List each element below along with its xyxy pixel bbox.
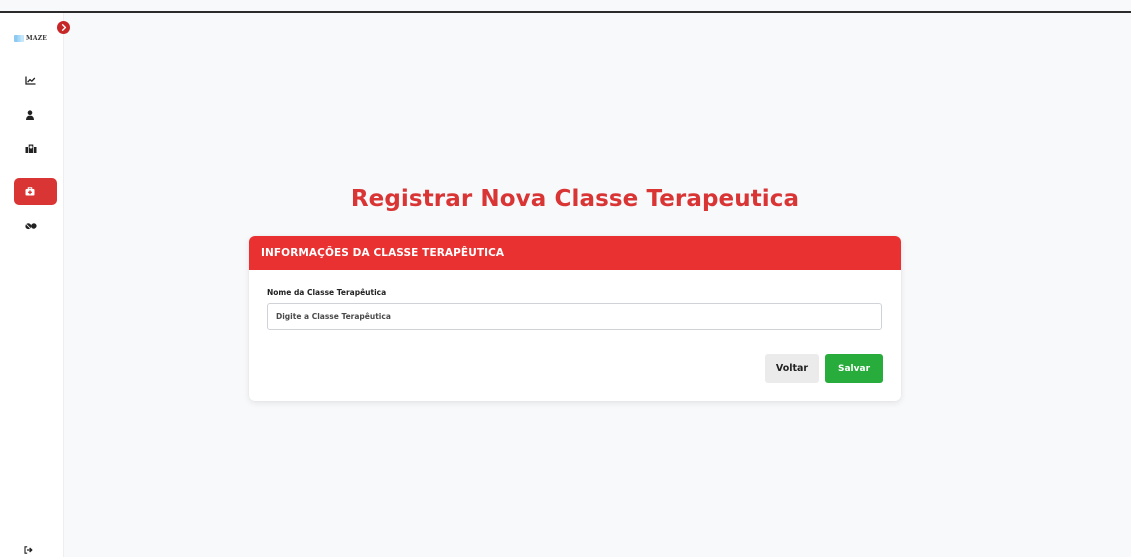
sidebar-item-therapeutic-class[interactable] <box>14 178 57 205</box>
sidebar-item-user[interactable] <box>14 101 57 128</box>
card-header: INFORMAÇÕES DA CLASSE TERAPÊUTICA <box>249 236 901 270</box>
class-name-label: Nome da Classe Terapêutica <box>267 288 387 297</box>
sidebar-item-clinic[interactable] <box>14 135 57 162</box>
users-group-icon <box>25 144 37 153</box>
logout-button[interactable] <box>24 539 33 557</box>
brand-mark-icon <box>14 34 24 42</box>
therapeutic-class-form-card: INFORMAÇÕES DA CLASSE TERAPÊUTICA Nome d… <box>249 236 901 401</box>
brand-text: MAZE <box>26 34 48 42</box>
chart-line-icon <box>25 76 36 85</box>
class-name-input[interactable] <box>267 303 882 330</box>
window-top-border <box>0 11 1131 13</box>
back-button[interactable]: Voltar <box>765 354 819 383</box>
page-title: Registrar Nova Classe Terapeutica <box>350 186 800 212</box>
medkit-icon <box>25 187 35 196</box>
brand-logo: MAZE <box>14 33 47 43</box>
sidebar-item-dashboard[interactable] <box>14 67 57 94</box>
sign-out-icon <box>24 546 33 554</box>
sidebar-toggle-button[interactable] <box>57 21 70 34</box>
chevron-right-icon <box>61 24 66 31</box>
sidebar-item-medicines[interactable] <box>14 212 57 239</box>
user-icon <box>26 109 34 120</box>
save-button[interactable]: Salvar <box>825 354 883 383</box>
sidebar: MAZE <box>0 13 64 557</box>
pills-icon <box>25 222 37 229</box>
